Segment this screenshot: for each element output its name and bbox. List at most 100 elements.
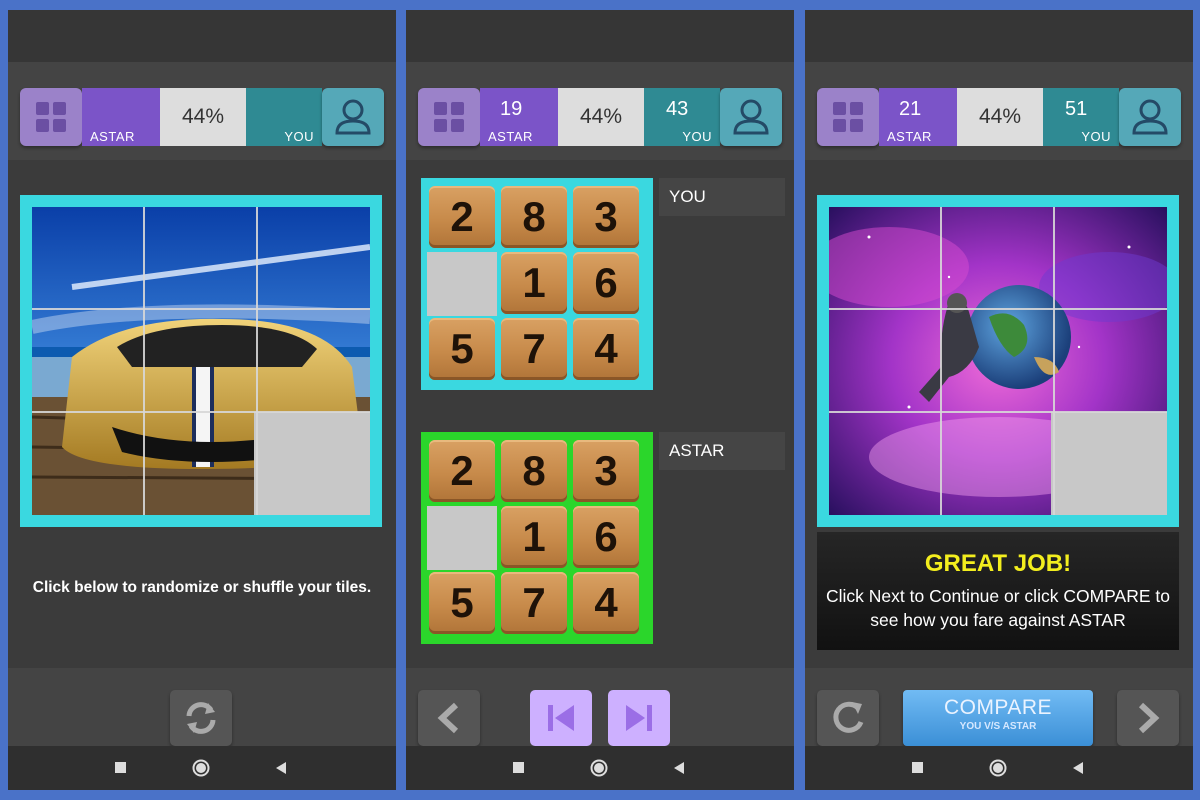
puzzle-area: Click below to randomize or shuffle your… — [8, 160, 396, 668]
puzzle-tile[interactable]: 2 — [429, 186, 495, 248]
percent-value: 44% — [957, 88, 1043, 146]
puzzle-tile[interactable]: 1 — [501, 252, 567, 314]
puzzle-tile[interactable]: 5 — [429, 572, 495, 634]
puzzle-area: GREAT JOB! Click Next to Continue or cli… — [805, 160, 1193, 668]
restart-button[interactable] — [817, 690, 879, 746]
empty-slot — [427, 506, 497, 570]
android-nav-bar — [805, 746, 1193, 790]
you-score: 43 — [666, 98, 689, 120]
you-score: 51 — [1065, 98, 1088, 120]
phone-screen-solved: 21 ASTAR 44% 51 YOU GREAT JOB! Click Nex… — [805, 10, 1193, 790]
astar-score-bar: 21 ASTAR — [879, 88, 957, 146]
user-icon — [335, 99, 371, 135]
menu-button[interactable] — [418, 88, 480, 146]
shuffle-instruction: Click below to randomize or shuffle your… — [32, 579, 372, 596]
astar-label: ASTAR — [488, 129, 533, 144]
astar-score: 19 — [500, 98, 523, 120]
you-score-bar: YOU — [246, 88, 322, 146]
previous-button[interactable] — [418, 690, 480, 746]
profile-button[interactable] — [720, 88, 782, 146]
phone-screen-shuffle: ASTAR 44% YOU Click below to randomize o… — [8, 10, 396, 790]
puzzle-tile[interactable]: 8 — [501, 440, 567, 502]
comparison-area: 28316574 YOU 28316574 ASTAR — [406, 160, 794, 668]
back-icon[interactable] — [274, 761, 288, 775]
score-bar: 19 ASTAR 44% 43 YOU — [406, 62, 794, 160]
android-nav-bar — [406, 746, 794, 790]
recents-icon[interactable] — [114, 761, 128, 775]
compare-sublabel: YOU V/S ASTAR — [959, 721, 1037, 732]
astronaut-space-photo[interactable] — [829, 207, 1167, 515]
score-bar: 21 ASTAR 44% 51 YOU — [805, 62, 1193, 160]
shuffle-icon — [186, 702, 216, 734]
menu-button[interactable] — [20, 88, 82, 146]
astar-label: ASTAR — [90, 129, 135, 144]
status-bar — [805, 10, 1193, 62]
puzzle-tile[interactable]: 3 — [573, 186, 639, 248]
puzzle-tile[interactable]: 2 — [429, 440, 495, 502]
puzzle-tile[interactable]: 1 — [501, 506, 567, 568]
success-title: GREAT JOB! — [924, 550, 1072, 577]
bottom-toolbar: COMPARE YOU V/S ASTAR — [805, 668, 1193, 746]
bottom-toolbar — [406, 668, 794, 746]
puzzle-tile[interactable]: 8 — [501, 186, 567, 248]
you-score-bar: 51 YOU — [1043, 88, 1119, 146]
next-button[interactable] — [1117, 690, 1179, 746]
astar-label: ASTAR — [887, 129, 932, 144]
skip-to-start-icon — [548, 705, 574, 731]
success-body: Click Next to Continue or click COMPARE … — [826, 586, 1170, 630]
puzzle-board — [20, 195, 382, 527]
puzzle-tile[interactable]: 6 — [573, 252, 639, 314]
compare-button[interactable]: COMPARE YOU V/S ASTAR — [903, 690, 1093, 746]
you-label: YOU — [1081, 129, 1111, 144]
home-icon[interactable] — [590, 759, 608, 777]
you-tile-board: 28316 574 — [421, 178, 653, 390]
shuffle-button[interactable] — [170, 690, 232, 746]
puzzle-tile[interactable]: 7 — [501, 572, 567, 634]
chevron-left-icon — [437, 702, 459, 734]
you-label: YOU — [682, 129, 712, 144]
back-icon[interactable] — [672, 761, 686, 775]
astar-tile-board: 28316 574 — [421, 432, 653, 644]
home-icon[interactable] — [192, 759, 210, 777]
status-bar — [406, 10, 794, 62]
sports-car-photo[interactable] — [32, 207, 370, 515]
profile-button[interactable] — [1119, 88, 1181, 146]
user-icon — [1132, 99, 1168, 135]
puzzle-tile[interactable]: 4 — [573, 572, 639, 634]
user-icon — [733, 99, 769, 135]
astar-score: 21 — [899, 98, 922, 120]
compare-label: COMPARE — [943, 696, 1053, 719]
puzzle-board — [817, 195, 1179, 527]
you-board-label: YOU — [659, 178, 785, 216]
phone-screen-compare: 19 ASTAR 44% 43 YOU 28316574 YOU 2831657… — [406, 10, 794, 790]
percent-value: 44% — [558, 88, 644, 146]
home-icon[interactable] — [989, 759, 1007, 777]
back-icon[interactable] — [1071, 761, 1085, 775]
puzzle-tile[interactable]: 5 — [429, 318, 495, 380]
puzzle-tile[interactable]: 6 — [573, 506, 639, 568]
android-nav-bar — [8, 746, 396, 790]
success-message-panel: GREAT JOB! Click Next to Continue or cli… — [817, 532, 1179, 650]
restart-icon — [833, 701, 864, 733]
puzzle-tile[interactable]: 4 — [573, 318, 639, 380]
you-label: YOU — [284, 129, 314, 144]
score-bar: ASTAR 44% YOU — [8, 62, 396, 160]
skip-to-end-button[interactable] — [608, 690, 670, 746]
bottom-toolbar — [8, 668, 396, 746]
astar-score-bar: 19 ASTAR — [480, 88, 558, 146]
astar-board-label: ASTAR — [659, 432, 785, 470]
puzzle-tile[interactable]: 7 — [501, 318, 567, 380]
astar-score-bar: ASTAR — [82, 88, 160, 146]
skip-to-end-icon — [626, 705, 652, 731]
you-score-bar: 43 YOU — [644, 88, 720, 146]
percent-value: 44% — [160, 88, 246, 146]
chevron-right-icon — [1138, 702, 1160, 734]
profile-button[interactable] — [322, 88, 384, 146]
empty-slot — [427, 252, 497, 316]
skip-to-start-button[interactable] — [530, 690, 592, 746]
recents-icon[interactable] — [512, 761, 526, 775]
menu-button[interactable] — [817, 88, 879, 146]
puzzle-tile[interactable]: 3 — [573, 440, 639, 502]
recents-icon[interactable] — [911, 761, 925, 775]
status-bar — [8, 10, 396, 62]
